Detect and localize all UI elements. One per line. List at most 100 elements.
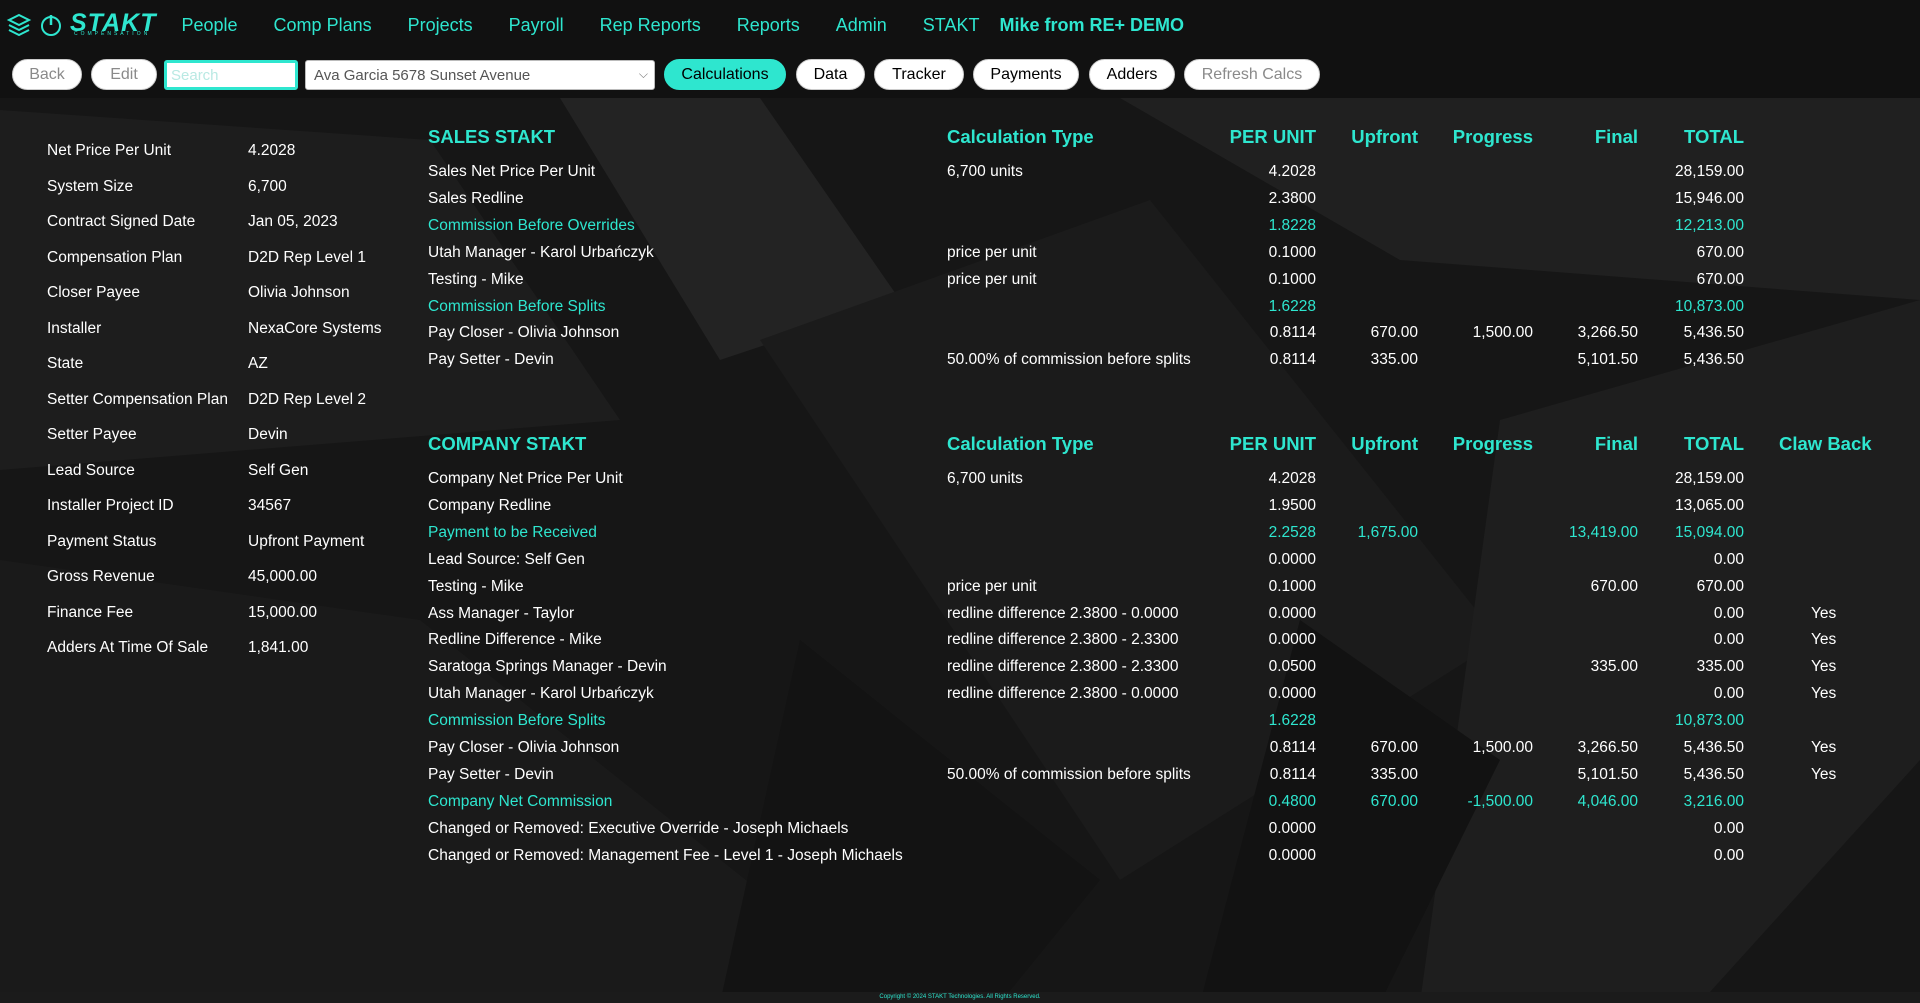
company-row-name: Ass Manager - Taylor bbox=[428, 604, 575, 622]
sales-row-upfront: 335.00 bbox=[1370, 351, 1418, 369]
sales-row-name: Commission Before Splits bbox=[428, 297, 606, 315]
company-row-name: Company Net Commission bbox=[428, 792, 613, 810]
nav-admin[interactable]: Admin bbox=[836, 15, 887, 36]
company-row-total: 0.00 bbox=[1713, 819, 1744, 837]
sales-row-total: 12,213.00 bbox=[1675, 216, 1744, 234]
header-per-unit: PER UNIT bbox=[1229, 433, 1316, 454]
sales-row-total: 670.00 bbox=[1696, 270, 1744, 288]
header-final: Final bbox=[1594, 126, 1638, 147]
summary-label: Installer bbox=[47, 319, 102, 337]
summary-label: Lead Source bbox=[47, 461, 135, 479]
sales-row-name: Pay Setter - Devin bbox=[428, 351, 554, 369]
summary-label: Net Price Per Unit bbox=[47, 142, 172, 159]
company-title: COMPANY STAKT bbox=[428, 433, 587, 454]
company-row-name: Lead Source: Self Gen bbox=[428, 550, 585, 568]
summary-label: Payment Status bbox=[47, 532, 157, 550]
header-final: Final bbox=[1594, 433, 1638, 454]
company-row-total: 13,065.00 bbox=[1675, 496, 1744, 514]
sales-row-name: Utah Manager - Karol Urbańczyk bbox=[428, 243, 654, 261]
nav-payroll[interactable]: Payroll bbox=[509, 15, 564, 36]
company-row-total: 5,436.50 bbox=[1683, 739, 1744, 756]
company-row-per-unit: 1.6228 bbox=[1268, 712, 1316, 730]
summary-value: D2D Rep Level 1 bbox=[248, 248, 367, 266]
sales-row-calc-type: price per unit bbox=[947, 243, 1037, 261]
company-row-per-unit: 0.0000 bbox=[1268, 550, 1316, 568]
summary-value: D2D Rep Level 2 bbox=[248, 390, 367, 408]
company-row-per-unit: 0.4800 bbox=[1268, 792, 1316, 810]
company-row-final: 5,101.50 bbox=[1577, 765, 1638, 783]
summary-label: Setter Payee bbox=[47, 426, 137, 443]
company-row-total: 0.00 bbox=[1713, 604, 1744, 622]
summary-value: Jan 05, 2023 bbox=[248, 213, 338, 230]
summary-label: Adders At Time Of Sale bbox=[47, 639, 209, 656]
sales-row-final: 3,266.50 bbox=[1577, 324, 1638, 342]
company-row-total: 10,873.00 bbox=[1675, 712, 1744, 730]
company-row-name: Company Net Price Per Unit bbox=[428, 470, 623, 487]
company-row-name: Company Redline bbox=[428, 496, 552, 514]
sales-row-name: Sales Net Price Per Unit bbox=[428, 163, 596, 180]
sales-row-per-unit: 4.2028 bbox=[1268, 163, 1316, 180]
header-claw: Claw Back bbox=[1779, 433, 1872, 454]
company-row-name: Utah Manager - Karol Urbańczyk bbox=[428, 685, 654, 703]
company-row-per-unit: 0.0000 bbox=[1268, 819, 1316, 837]
sales-row-total: 5,436.50 bbox=[1683, 324, 1744, 342]
nav-comp-plans[interactable]: Comp Plans bbox=[274, 15, 372, 36]
nav-stakt[interactable]: STAKT bbox=[923, 15, 980, 36]
tab-tracker[interactable]: Tracker bbox=[874, 59, 964, 90]
company-row-name: Redline Difference - Mike bbox=[428, 631, 602, 649]
nav-reports[interactable]: Reports bbox=[737, 15, 800, 36]
summary-value: 34567 bbox=[248, 497, 292, 514]
company-row-per-unit: 0.0000 bbox=[1268, 685, 1316, 703]
summary-value: 15,000.00 bbox=[248, 603, 317, 621]
company-row-total: 15,094.00 bbox=[1675, 523, 1744, 541]
company-row-calc-type: redline difference 2.3800 - 0.0000 bbox=[947, 604, 1179, 622]
search-input[interactable] bbox=[164, 60, 298, 90]
sales-row-per-unit: 0.8114 bbox=[1269, 351, 1316, 369]
company-row-calc-type: 50.00% of commission before splits bbox=[947, 765, 1191, 783]
summary-label: Gross Revenue bbox=[47, 568, 155, 585]
company-row-name: Saratoga Springs Manager - Devin bbox=[428, 658, 667, 676]
company-row-upfront: 335.00 bbox=[1370, 765, 1418, 783]
header-upfront: Upfront bbox=[1351, 126, 1418, 147]
top-nav: STAKT COMPENSATION People Comp Plans Pro… bbox=[0, 0, 1920, 50]
summary-value: Devin bbox=[248, 426, 288, 443]
company-row-name: Commission Before Splits bbox=[428, 712, 606, 730]
back-button[interactable]: Back bbox=[12, 59, 82, 90]
company-row-upfront: 670.00 bbox=[1370, 792, 1418, 810]
sales-row-total: 10,873.00 bbox=[1675, 297, 1744, 315]
sales-row-total: 28,159.00 bbox=[1675, 163, 1744, 180]
tab-calculations[interactable]: Calculations bbox=[664, 59, 786, 90]
company-row-total: 0.00 bbox=[1713, 631, 1744, 649]
project-select[interactable]: Ava Garcia 5678 Sunset Avenue ⌵ bbox=[305, 60, 655, 90]
nav-projects[interactable]: Projects bbox=[408, 15, 473, 36]
tab-payments[interactable]: Payments bbox=[973, 59, 1079, 90]
sales-row-name: Pay Closer - Olivia Johnson bbox=[428, 324, 620, 342]
nav-people[interactable]: People bbox=[181, 15, 237, 36]
company-row-calc-type: price per unit bbox=[947, 577, 1037, 595]
sales-row-per-unit: 0.1000 bbox=[1268, 270, 1316, 288]
company-row-upfront: 670.00 bbox=[1370, 739, 1418, 756]
summary-value: Upfront Payment bbox=[248, 532, 365, 550]
tab-data[interactable]: Data bbox=[796, 59, 865, 90]
sales-row-total: 15,946.00 bbox=[1675, 189, 1744, 207]
refresh-calcs-button[interactable]: Refresh Calcs bbox=[1184, 59, 1320, 90]
edit-button[interactable]: Edit bbox=[91, 59, 157, 90]
org-label[interactable]: Mike from RE+ DEMO bbox=[999, 15, 1184, 36]
tab-adders[interactable]: Adders bbox=[1089, 59, 1175, 90]
company-row-progress: -1,500.00 bbox=[1467, 792, 1534, 810]
header-upfront: Upfront bbox=[1351, 433, 1418, 454]
summary-value: 4.2028 bbox=[248, 142, 296, 159]
power-icon bbox=[41, 15, 61, 36]
company-row-name: Pay Setter - Devin bbox=[428, 765, 554, 783]
chevron-down-icon: ⌵ bbox=[638, 67, 648, 81]
company-row-total: 335.00 bbox=[1696, 658, 1744, 676]
brand-subtitle: COMPENSATION bbox=[74, 31, 151, 37]
brand-logo[interactable]: STAKT COMPENSATION bbox=[6, 9, 156, 40]
header-progress: Progress bbox=[1452, 433, 1533, 454]
nav-rep-reports[interactable]: Rep Reports bbox=[600, 15, 701, 36]
sales-row-per-unit: 0.1000 bbox=[1268, 243, 1316, 261]
header-progress: Progress bbox=[1452, 126, 1533, 147]
company-row-claw-back: Yes bbox=[1811, 765, 1837, 783]
summary-value: Self Gen bbox=[248, 461, 309, 479]
sales-row-upfront: 670.00 bbox=[1370, 324, 1418, 342]
